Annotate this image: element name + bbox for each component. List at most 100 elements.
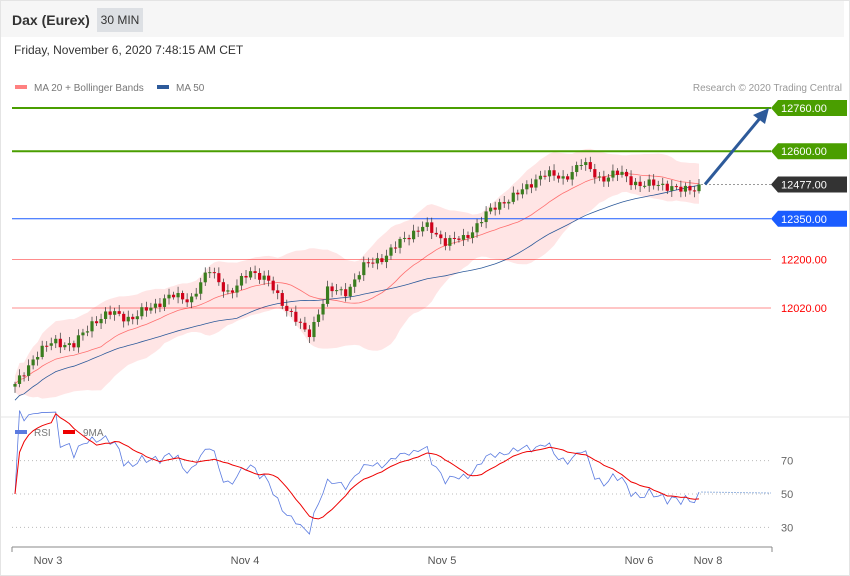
candle-body: [461, 235, 466, 240]
candle-body: [371, 262, 375, 264]
candle-body: [99, 318, 103, 324]
rsi-tick-label: 50: [781, 489, 793, 501]
candle-body: [552, 170, 556, 176]
candle-body: [217, 273, 221, 283]
candle-body: [421, 226, 425, 232]
candle-body: [36, 356, 40, 360]
x-tick-label: Nov 4: [231, 555, 260, 567]
candle-body: [692, 190, 697, 192]
candle-body: [307, 329, 312, 338]
candle-body: [389, 247, 393, 256]
candle-body: [94, 321, 99, 324]
candle-body: [362, 262, 366, 276]
candle-body: [457, 238, 461, 240]
chart-widget: Dax (Eurex) 30 MIN Friday, November 6, 2…: [0, 0, 850, 576]
candle-body: [194, 293, 198, 297]
candle-body: [335, 290, 339, 292]
candle-body: [629, 176, 633, 186]
candle-body: [652, 179, 656, 186]
candle-body: [402, 237, 407, 239]
candle-body: [556, 175, 561, 179]
candle-body: [239, 275, 244, 286]
candle-body: [330, 286, 334, 292]
candle-body: [538, 175, 543, 180]
candle-body: [67, 343, 71, 346]
candle-body: [31, 359, 35, 366]
candle-body: [17, 375, 22, 384]
ma9-legend-swatch: [63, 430, 75, 434]
candle-body: [348, 286, 352, 297]
candle-body: [475, 223, 479, 233]
candle-body: [303, 322, 307, 330]
candle-body: [674, 186, 678, 188]
candle-body: [611, 170, 615, 178]
candle-body: [439, 234, 443, 239]
x-tick-label: Nov 3: [34, 555, 63, 567]
candle-body: [620, 171, 624, 175]
candle-body: [285, 305, 289, 311]
rsi-9ma-line: [14, 412, 700, 520]
level-label: 12600.00: [781, 146, 827, 158]
candle-body: [606, 177, 611, 182]
candle-body: [588, 162, 592, 170]
bb-legend-swatch: [15, 85, 27, 89]
candle-body: [430, 222, 434, 233]
ma9-legend-label: 9MA: [83, 428, 104, 439]
candle-body: [40, 345, 44, 357]
candle-body: [298, 321, 302, 323]
credit-text: Research © 2020 Trading Central: [693, 83, 842, 94]
candle-body: [579, 165, 583, 167]
candle-body: [602, 176, 606, 182]
candle-body: [262, 275, 266, 280]
candle-body: [181, 293, 185, 300]
candle-body: [516, 192, 520, 195]
candle-body: [253, 271, 257, 274]
candle-body: [171, 294, 176, 298]
candle-body: [547, 170, 552, 177]
candle-body: [489, 207, 493, 212]
candle-body: [167, 294, 171, 299]
x-tick-label: Nov 8: [694, 555, 723, 567]
candle-body: [534, 179, 538, 188]
candle-body: [561, 176, 565, 179]
candle-body: [113, 311, 117, 315]
candle-body: [393, 247, 398, 249]
candle-body: [122, 313, 126, 322]
candle-body: [85, 331, 90, 333]
candle-body: [679, 186, 683, 192]
candle-body: [248, 271, 253, 278]
candle-body: [566, 176, 570, 180]
candle-body: [507, 201, 511, 204]
rsi-projection: [700, 491, 772, 494]
candle-body: [498, 202, 502, 210]
candle-body: [126, 316, 130, 322]
candle-body: [13, 383, 17, 387]
candle-body: [244, 275, 248, 278]
candle-body: [158, 303, 162, 307]
candle-body: [235, 285, 239, 293]
candle-body: [353, 279, 357, 287]
candle-body: [321, 303, 325, 315]
candle-body: [276, 290, 280, 294]
candle-body: [49, 343, 53, 346]
candle-body: [697, 184, 701, 192]
candle-body: [26, 365, 31, 376]
candle-body: [325, 286, 330, 304]
candle-body: [185, 299, 189, 303]
candle-body: [162, 298, 167, 307]
candle-body: [398, 238, 402, 248]
candle-body: [131, 316, 135, 320]
candle-body: [638, 181, 642, 187]
candle-body: [416, 230, 420, 232]
candle-body: [344, 289, 348, 297]
rsi-line: [14, 410, 700, 535]
candle-body: [380, 258, 384, 263]
candle-body: [203, 272, 207, 283]
candle-body: [412, 230, 416, 240]
candle-body: [593, 169, 597, 178]
level-label: 12200.00: [781, 254, 827, 266]
candle-body: [584, 162, 588, 166]
x-tick-label: Nov 6: [625, 555, 654, 567]
candle-body: [289, 310, 293, 312]
rsi-tick-label: 70: [781, 456, 793, 468]
